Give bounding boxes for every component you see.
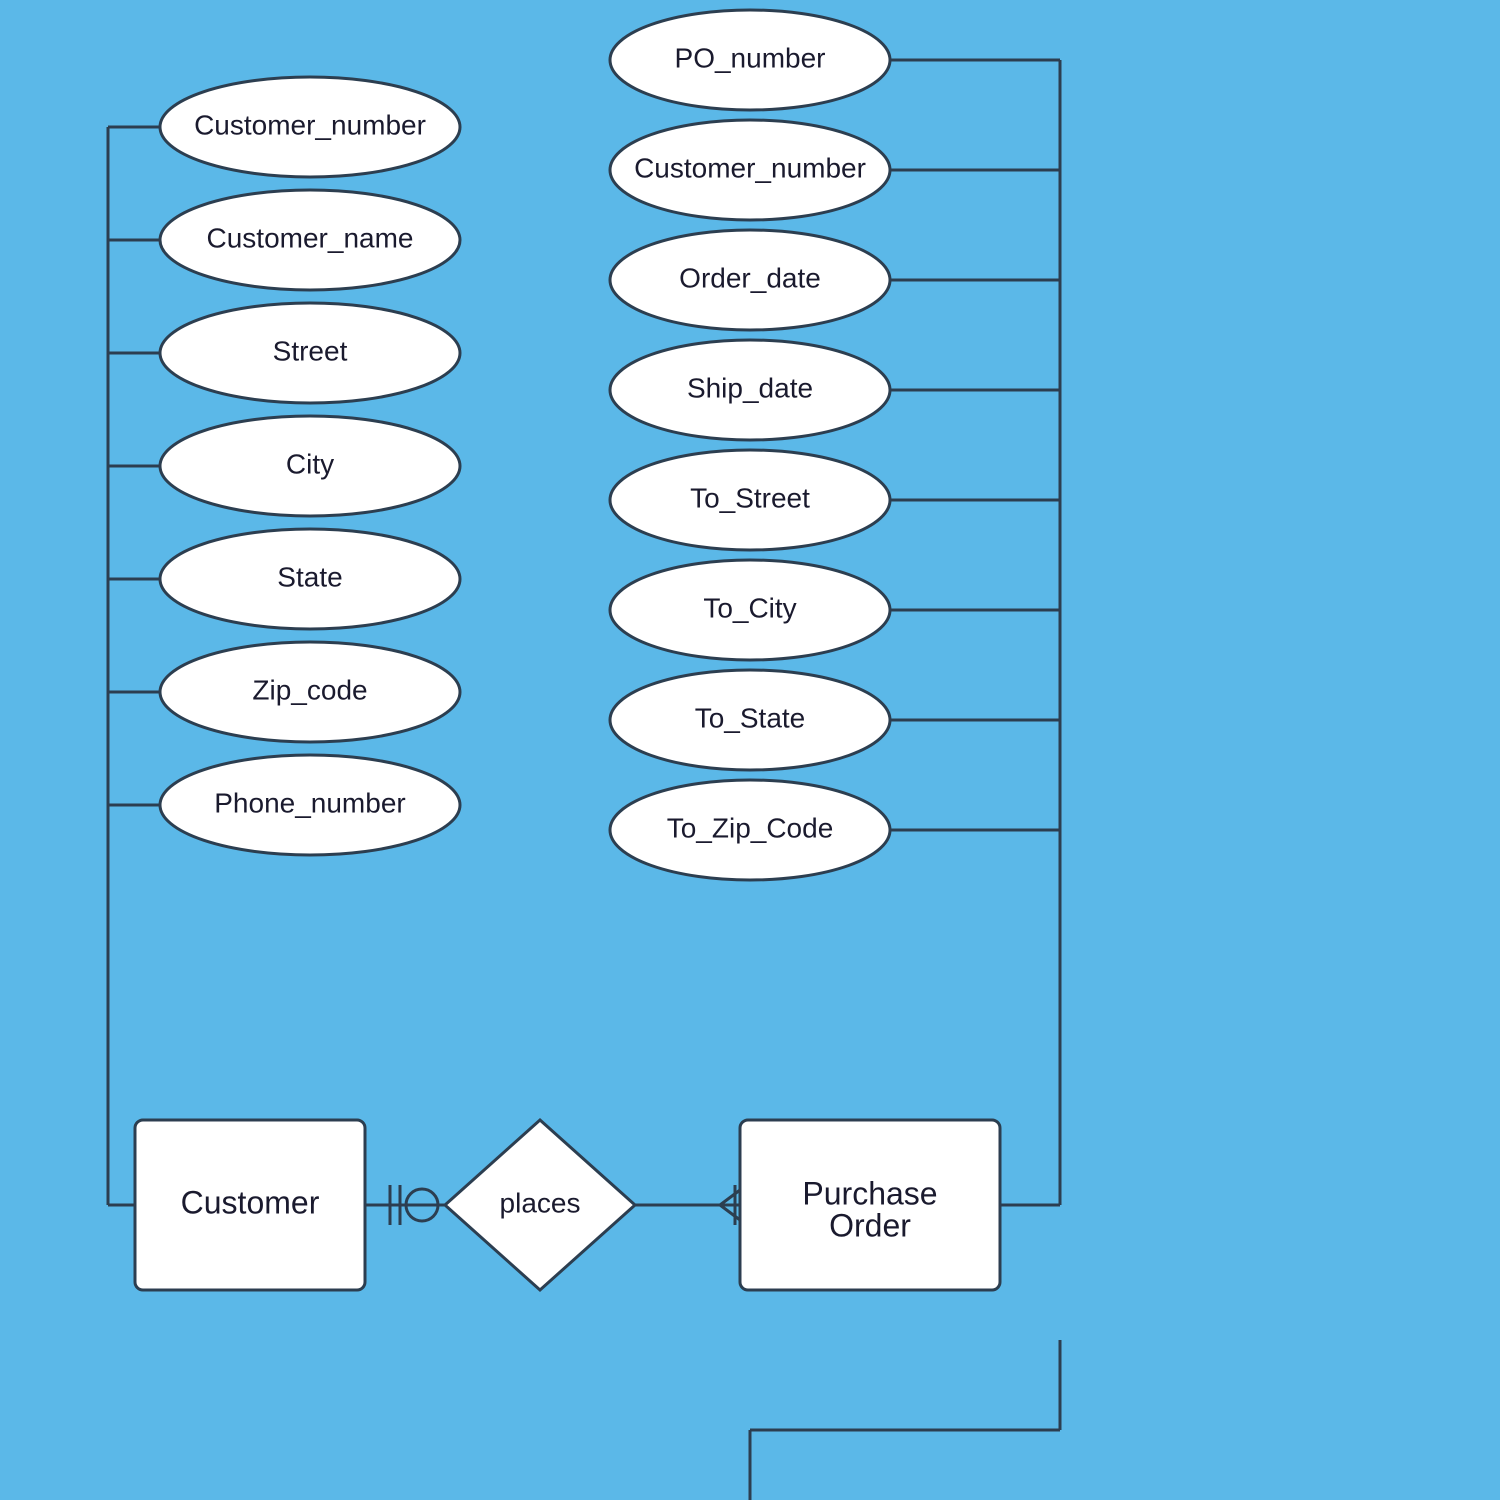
attr-ship-date: Ship_date [687, 372, 813, 403]
attr-street: Street [273, 335, 348, 366]
attr-customer-name: Customer_name [207, 222, 414, 253]
attr-city: City [286, 448, 334, 479]
diagram-container: Customer Purchase Order places Customer_… [0, 0, 1500, 1500]
er-diagram-svg: Customer Purchase Order places Customer_… [0, 0, 1500, 1500]
attr-cust-number: Customer_number [634, 152, 866, 183]
attr-to-city: To_City [703, 592, 796, 623]
relationship-label: places [500, 1187, 581, 1218]
attr-po-number: PO_number [675, 42, 826, 73]
attr-state: State [277, 561, 342, 592]
attr-to-state: To_State [695, 702, 806, 733]
attr-customer-number: Customer_number [194, 109, 426, 140]
attr-to-street: To_Street [690, 482, 810, 513]
purchase-order-entity-label: Purchase [802, 1175, 937, 1211]
attr-zip-code: Zip_code [252, 674, 367, 705]
attr-order-date: Order_date [679, 262, 821, 293]
attr-to-zip-code: To_Zip_Code [667, 812, 834, 843]
customer-entity-label: Customer [181, 1184, 320, 1220]
attr-phone-number: Phone_number [214, 787, 405, 818]
purchase-order-entity-label2: Order [829, 1207, 911, 1243]
